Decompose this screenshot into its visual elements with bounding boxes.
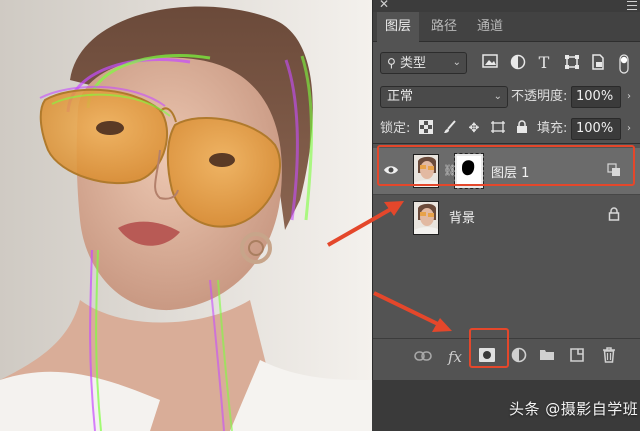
panel-tabs: 图层 路径 通道 — [373, 12, 640, 42]
fill-label: 填充: — [537, 121, 568, 136]
lock-position-icon[interactable]: ✥ — [465, 120, 483, 138]
fill-input[interactable]: 100% — [571, 118, 621, 140]
tab-channels[interactable]: 通道 — [469, 12, 511, 42]
chevron-down-icon: ⌄ — [493, 91, 502, 102]
chevron-down-icon: ⌄ — [452, 57, 461, 68]
shape-filter-icon[interactable] — [563, 54, 581, 72]
blend-mode-select[interactable]: 正常 ⌄ — [380, 86, 508, 108]
search-icon: ⚲ — [387, 56, 396, 70]
filter-kind-select[interactable]: ⚲ 类型 ⌄ — [380, 52, 467, 74]
adjustment-layer-icon[interactable] — [509, 347, 529, 367]
smart-object-filter-icon[interactable] — [589, 54, 607, 72]
filter-kind-label: 类型 — [399, 56, 426, 71]
type-filter-icon[interactable]: T — [535, 54, 553, 72]
blend-mode-value: 正常 — [387, 89, 414, 104]
tab-layers[interactable]: 图层 — [377, 12, 420, 42]
blend-opacity-row: 正常 ⌄ 不透明度: 100% › — [373, 84, 640, 110]
lock-image-pixels-icon[interactable] — [441, 120, 459, 138]
layer-row-background[interactable]: 背景 — [373, 195, 640, 241]
close-icon[interactable]: ✕ — [379, 0, 389, 11]
layer-name[interactable]: 背景 — [449, 207, 475, 226]
layer-filter-row: ⚲ 类型 ⌄ T — [373, 50, 640, 76]
lock-transparent-pixels-icon[interactable] — [417, 120, 435, 138]
add-mask-highlight-box — [469, 328, 509, 368]
opacity-label: 不透明度: — [511, 89, 568, 104]
tab-paths[interactable]: 路径 — [423, 12, 465, 42]
layers-panel: ✕ 图层 路径 通道 ⚲ 类型 ⌄ T 正常 ⌄ 不透明度: 100% › 锁定… — [372, 0, 640, 380]
portrait-image — [0, 0, 372, 431]
panel-title-bar: ✕ — [373, 0, 640, 12]
image-filter-icon[interactable] — [481, 54, 499, 72]
fill-dropdown-icon[interactable]: › — [622, 118, 636, 140]
group-folder-icon[interactable] — [537, 347, 557, 367]
opacity-input[interactable]: 100% — [571, 86, 621, 108]
panel-menu-icon[interactable] — [627, 1, 637, 10]
filter-toggle-icon[interactable] — [617, 54, 631, 74]
opacity-dropdown-icon[interactable]: › — [622, 86, 636, 108]
new-layer-icon[interactable] — [567, 347, 587, 367]
lock-artboard-icon[interactable] — [489, 120, 507, 138]
lock-icon — [606, 207, 621, 222]
layer1-highlight-box — [377, 145, 635, 186]
delete-icon[interactable] — [599, 347, 619, 367]
lock-label: 锁定: — [380, 121, 411, 136]
lock-fill-row: 锁定: ✥ 填充: 100% › — [373, 116, 640, 142]
link-layers-icon[interactable] — [413, 347, 433, 367]
fx-icon[interactable]: fx — [445, 347, 465, 367]
adjustment-filter-icon[interactable] — [509, 54, 527, 72]
canvas-photo — [0, 0, 372, 431]
layer-thumbnail — [413, 201, 439, 235]
watermark: 头条 @摄影自学班 — [509, 400, 639, 418]
lock-all-icon[interactable] — [513, 120, 531, 138]
